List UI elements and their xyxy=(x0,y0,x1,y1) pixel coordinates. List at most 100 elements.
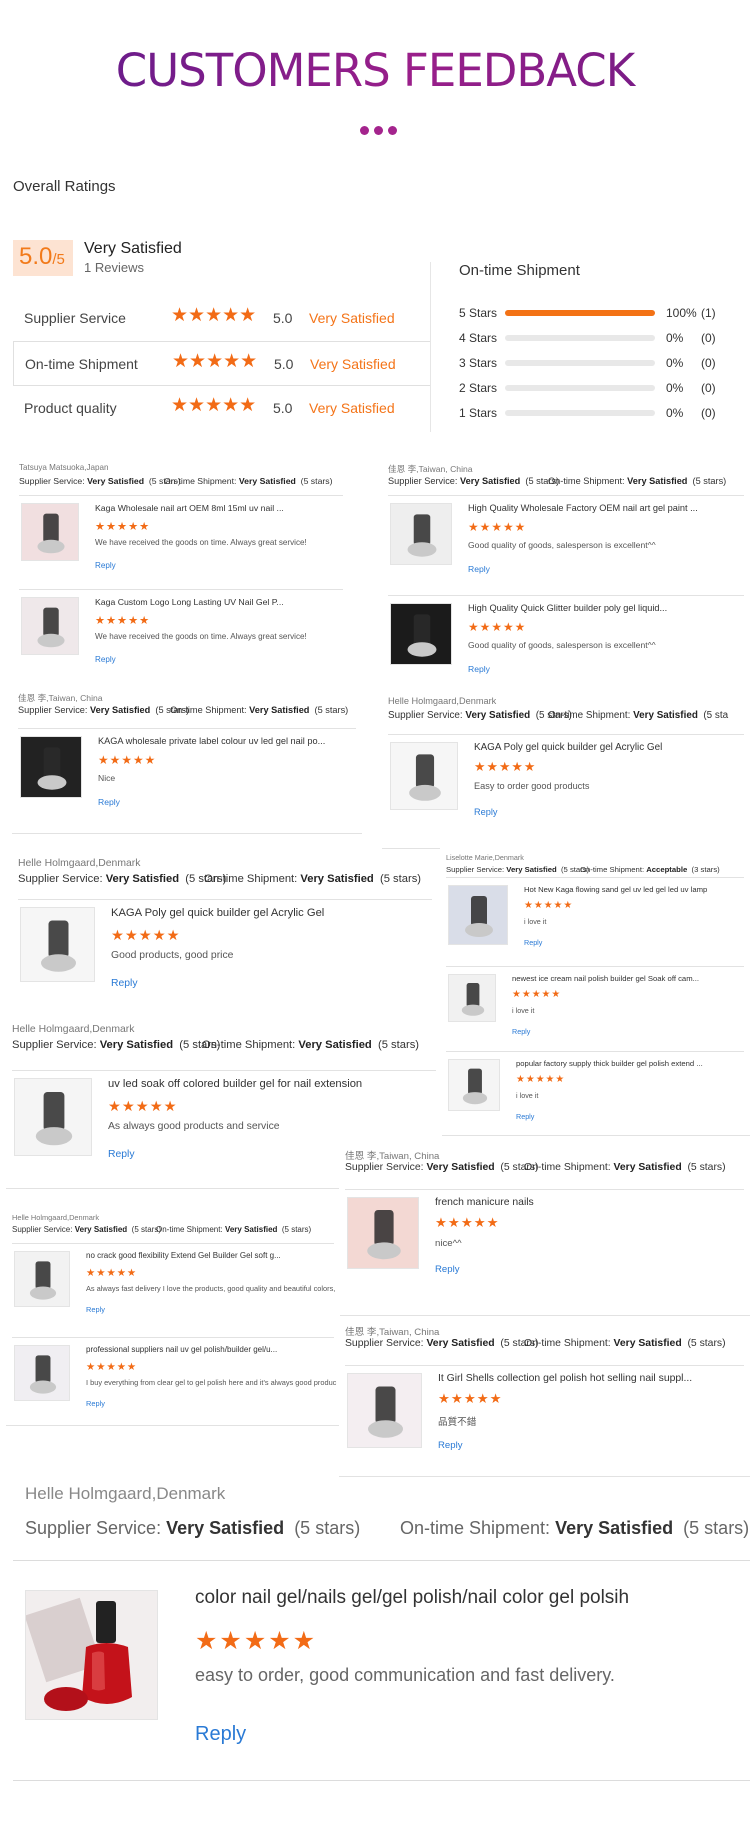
gel-polish-bottle-icon xyxy=(26,1591,157,1719)
reply-link[interactable]: Reply xyxy=(108,1149,135,1160)
product-image-icon xyxy=(15,1252,69,1306)
divider xyxy=(12,833,362,834)
shipment-rating: On-time Shipment: Very Satisfied (5 star… xyxy=(400,1518,750,1538)
product-thumbnail[interactable] xyxy=(25,1590,158,1720)
product-title[interactable]: uv led soak off colored builder gel for … xyxy=(108,1078,438,1090)
rating-row-on-time-shipment[interactable]: On-time Shipment ★★★★★ 5.0 Very Satisfie… xyxy=(13,341,431,386)
product-image-icon xyxy=(21,737,81,797)
reply-link[interactable]: Reply xyxy=(111,978,138,989)
star-rating: ★★★★★ xyxy=(468,519,527,534)
reply-link[interactable]: Reply xyxy=(468,564,490,574)
divider xyxy=(345,1365,744,1366)
star-rating: ★★★★★ xyxy=(86,1266,138,1279)
distribution-row: 3 Stars 0% (0) xyxy=(459,356,716,370)
rating-breakdown: Supplier Service ★★★★★ 5.0 Very Satisfie… xyxy=(13,296,431,431)
supplier-service-rating: Supplier Service: Very Satisfied (5 star… xyxy=(12,1224,161,1234)
reply-link[interactable]: Reply xyxy=(435,1264,460,1275)
star-rating: ★★★★★ xyxy=(98,752,157,767)
supplier-service-rating: Supplier Service: Very Satisfied (5 star… xyxy=(18,873,227,886)
reviewer-name: 佳恩 李,Taiwan, China xyxy=(388,464,473,474)
product-image-icon xyxy=(15,1079,91,1155)
product-title[interactable]: color nail gel/nails gel/gel polish/nail… xyxy=(195,1587,629,1609)
product-image-icon xyxy=(15,1346,69,1400)
reply-link[interactable]: Reply xyxy=(95,655,116,664)
reply-link[interactable]: Reply xyxy=(516,1112,534,1121)
product-thumbnail[interactable] xyxy=(448,974,496,1022)
product-thumbnail[interactable] xyxy=(347,1373,422,1448)
divider xyxy=(13,1560,750,1561)
product-title[interactable]: KAGA Poly gel quick builder gel Acrylic … xyxy=(474,742,746,753)
distribution-bar xyxy=(505,335,655,341)
star-rating: ★★★★★ xyxy=(86,1360,138,1373)
product-thumbnail[interactable] xyxy=(20,736,82,798)
review-card: Liselotte Marie,Denmark Supplier Service:… xyxy=(440,847,750,1137)
star-rating: ★★★★★ xyxy=(512,989,562,1001)
product-title[interactable]: professional suppliers nail uv gel polis… xyxy=(86,1345,336,1354)
reply-link[interactable]: Reply xyxy=(95,561,116,570)
reply-link[interactable]: Reply xyxy=(98,797,120,807)
divider xyxy=(18,728,356,729)
review-comment: easy to order, good communication and fa… xyxy=(195,1665,615,1685)
product-title[interactable]: KAGA Poly gel quick builder gel Acrylic … xyxy=(111,907,434,919)
product-thumbnail[interactable] xyxy=(14,1078,92,1156)
review-comment: i love it xyxy=(524,917,547,927)
review-comment: I buy everything from clear gel to gel p… xyxy=(86,1378,337,1388)
reviewer-name: Liselotte Marie,Denmark xyxy=(446,853,524,862)
product-image-icon xyxy=(391,743,457,809)
product-title[interactable]: Kaga Wholesale nail art OEM 8ml 15ml uv … xyxy=(95,503,346,513)
reply-link[interactable]: Reply xyxy=(512,1027,530,1036)
star-rating: ★★★★★ xyxy=(108,1098,178,1115)
review-comment: Good quality of goods, salesperson is ex… xyxy=(468,540,656,551)
reply-link[interactable]: Reply xyxy=(86,1305,105,1314)
reply-link[interactable]: Reply xyxy=(524,938,542,947)
divider xyxy=(339,1315,750,1316)
reply-link[interactable]: Reply xyxy=(86,1399,105,1408)
product-image-icon xyxy=(22,598,78,654)
product-image-icon xyxy=(391,604,451,664)
reply-link[interactable]: Reply xyxy=(195,1723,246,1746)
product-thumbnail[interactable] xyxy=(390,742,458,810)
reviewer-name: Helle Holmgaard,Denmark xyxy=(388,696,497,706)
product-image-icon xyxy=(391,504,451,564)
title-dots-decoration xyxy=(360,122,404,135)
product-thumbnail[interactable] xyxy=(448,1059,500,1111)
product-thumbnail[interactable] xyxy=(14,1345,70,1401)
supplier-service-rating: Supplier Service: Very Satisfied (5 star… xyxy=(388,709,572,721)
product-thumbnail[interactable] xyxy=(390,503,452,565)
section-divider xyxy=(430,262,431,432)
star-rating: ★★★★★ xyxy=(438,1392,503,1408)
reply-link[interactable]: Reply xyxy=(438,1440,463,1451)
product-thumbnail[interactable] xyxy=(390,603,452,665)
product-title[interactable]: It Girl Shells collection gel polish hot… xyxy=(438,1373,746,1384)
product-title[interactable]: Hot New Kaga flowing sand gel uv led gel… xyxy=(524,885,746,894)
distribution-row: 5 Stars 100% (1) xyxy=(459,306,716,320)
divider xyxy=(6,1425,340,1426)
distribution-row: 4 Stars 0% (0) xyxy=(459,331,716,345)
divider xyxy=(388,734,744,735)
product-thumbnail[interactable] xyxy=(347,1197,419,1269)
review-comment: Good quality of goods, salesperson is ex… xyxy=(468,640,656,651)
shipment-rating: On-time Shipment: Very Satisfied (5 star… xyxy=(548,476,727,487)
product-title[interactable]: french manicure nails xyxy=(435,1197,746,1208)
review-card: 佳恩 李,Taiwan, China Supplier Service: Very… xyxy=(382,455,750,697)
product-title[interactable]: newest ice cream nail polish builder gel… xyxy=(512,974,746,983)
reply-link[interactable]: Reply xyxy=(468,664,490,674)
review-comment: As always good products and service xyxy=(108,1121,280,1133)
product-title[interactable]: popular factory supply thick builder gel… xyxy=(516,1059,746,1068)
product-thumbnail[interactable] xyxy=(21,503,79,561)
product-title[interactable]: Kaga Custom Logo Long Lasting UV Nail Ge… xyxy=(95,597,346,607)
product-thumbnail[interactable] xyxy=(448,885,508,945)
product-title[interactable]: KAGA wholesale private label colour uv l… xyxy=(98,736,358,746)
product-title[interactable]: High Quality Wholesale Factory OEM nail … xyxy=(468,503,746,513)
product-thumbnail[interactable] xyxy=(14,1251,70,1307)
distribution-bar xyxy=(505,310,655,316)
shipment-rating: On-time Shipment: Very Satisfied (5 sta xyxy=(548,709,729,721)
distribution-bar xyxy=(505,360,655,366)
distribution-row: 1 Stars 0% (0) xyxy=(459,406,716,420)
product-thumbnail[interactable] xyxy=(20,907,95,982)
reply-link[interactable]: Reply xyxy=(474,807,498,817)
reviewer-name: Helle Holmgaard,Denmark xyxy=(25,1484,226,1503)
product-title[interactable]: no crack good flexibility Extend Gel Bui… xyxy=(86,1251,336,1260)
product-title[interactable]: High Quality Quick Glitter builder poly … xyxy=(468,603,746,613)
product-thumbnail[interactable] xyxy=(21,597,79,655)
